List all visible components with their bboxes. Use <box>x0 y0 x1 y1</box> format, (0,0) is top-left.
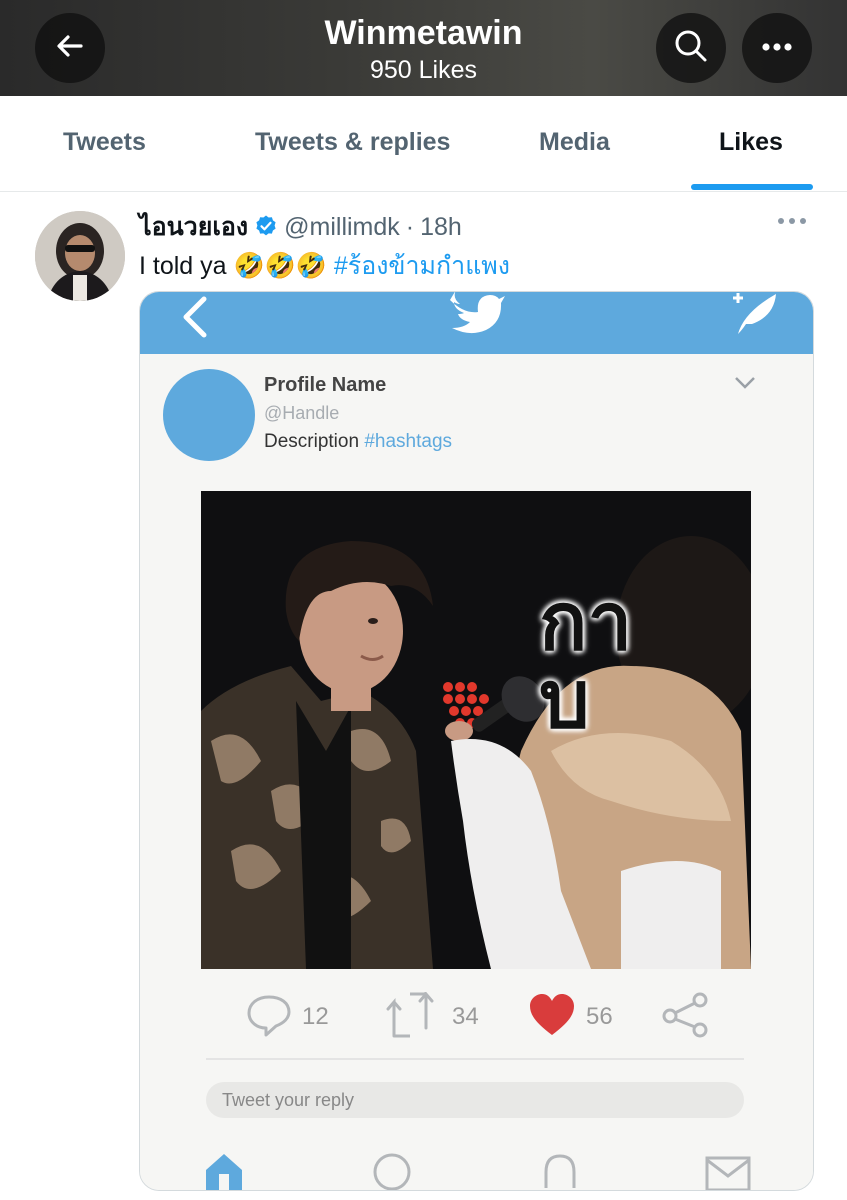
tweet-more-button[interactable] <box>776 213 808 231</box>
media-description-text: Description <box>264 431 360 452</box>
home-icon <box>202 1150 246 1190</box>
chevron-left-icon <box>180 296 210 343</box>
reply-bubble-icon <box>246 993 292 1042</box>
search-icon <box>673 28 709 69</box>
separator-dot: · <box>405 213 415 241</box>
heart-icon <box>528 993 576 1042</box>
media-profile-avatar <box>163 369 255 461</box>
search-button[interactable] <box>656 13 726 83</box>
media-retweet-count: 34 <box>452 1003 479 1030</box>
media-reply-action: 12 <box>246 992 329 1042</box>
media-reply-box: Tweet your reply <box>206 1082 744 1118</box>
more-options-button[interactable] <box>742 13 812 83</box>
tweet-media[interactable]: Profile Name @Handle Description #hashta… <box>139 291 814 1191</box>
media-like-action: 56 <box>528 992 613 1042</box>
author-avatar[interactable] <box>35 211 125 301</box>
emoji-laughing: 🤣🤣🤣 <box>233 252 327 280</box>
author-name[interactable]: ไอนวยเอง <box>139 213 248 241</box>
retweet-icon <box>380 989 442 1043</box>
active-tab-indicator <box>691 184 813 190</box>
tab-media[interactable]: Media <box>539 128 610 157</box>
media-divider <box>206 1058 744 1060</box>
media-bottom-nav <box>140 1140 813 1190</box>
media-like-count: 56 <box>586 1003 613 1030</box>
media-profile-name: Profile Name <box>264 374 387 396</box>
tweet-hashtag[interactable]: #ร้องข้ามกำแพง <box>334 252 510 280</box>
media-app-header <box>140 292 813 354</box>
compose-feather-icon <box>730 292 780 341</box>
messages-envelope-icon <box>704 1150 752 1190</box>
tweet-header: ไอนวยเอง @millimdk · 18h <box>139 207 462 247</box>
tab-likes[interactable]: Likes <box>719 128 783 157</box>
media-retweet-action: 34 <box>380 989 479 1043</box>
media-reply-count: 12 <box>302 1003 329 1030</box>
chevron-down-icon <box>734 376 756 395</box>
media-description: Description #hashtags <box>264 431 452 453</box>
notifications-bell-icon <box>538 1150 582 1190</box>
media-handle: @Handle <box>264 403 340 423</box>
more-icon <box>776 213 808 230</box>
more-icon <box>760 39 794 57</box>
media-action-bar: 12 34 56 <box>140 989 813 1052</box>
twitter-bird-icon <box>446 292 506 339</box>
tweet-time[interactable]: 18h <box>420 213 462 241</box>
media-sticker-text: กาบ <box>539 577 633 744</box>
tab-tweets-and-replies[interactable]: Tweets & replies <box>255 128 450 157</box>
tweet-body: I told ya <box>139 252 227 280</box>
verified-badge-icon <box>254 214 278 245</box>
tweet-text: I told ya 🤣🤣🤣 #ร้องข้ามกำแพง <box>139 246 510 286</box>
media-hashtags: #hashtags <box>364 431 453 452</box>
media-share-action <box>660 992 712 1042</box>
profile-tabs: Tweets Tweets & replies Media Likes <box>0 96 847 192</box>
explore-icon <box>370 1150 414 1190</box>
share-icon <box>660 992 712 1043</box>
author-handle[interactable]: @millimdk <box>284 213 400 241</box>
tab-tweets[interactable]: Tweets <box>63 128 146 157</box>
media-photo: กาบ <box>201 491 751 969</box>
profile-header: Winmetawin 950 Likes <box>0 0 847 96</box>
